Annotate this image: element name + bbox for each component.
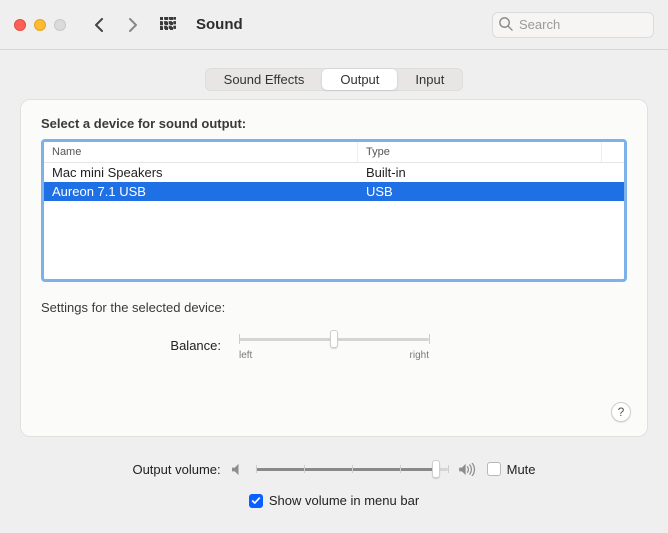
tab-sound-effects[interactable]: Sound Effects: [206, 69, 323, 90]
balance-label: Balance:: [71, 338, 221, 353]
chevron-left-icon: [94, 18, 106, 32]
device-name: Mac mini Speakers: [44, 163, 358, 182]
balance-left-label: left: [239, 350, 252, 361]
search-icon: [498, 16, 513, 34]
mute-checkbox[interactable]: [487, 462, 501, 476]
output-volume-slider[interactable]: [256, 459, 448, 479]
device-table[interactable]: Name Type Mac mini SpeakersBuilt-inAureo…: [41, 139, 627, 282]
mute-label: Mute: [507, 462, 536, 477]
column-name[interactable]: Name: [44, 142, 358, 162]
search-input[interactable]: [492, 12, 654, 38]
device-type: USB: [358, 182, 624, 201]
table-row[interactable]: Mac mini SpeakersBuilt-in: [44, 163, 624, 182]
balance-right-label: right: [410, 350, 429, 361]
select-device-label: Select a device for sound output:: [41, 116, 627, 131]
help-button[interactable]: ?: [611, 402, 631, 422]
show-volume-menubar-checkbox[interactable]: [249, 494, 263, 508]
settings-for-device-label: Settings for the selected device:: [41, 300, 627, 315]
check-icon: [251, 496, 261, 506]
search-field[interactable]: [492, 12, 654, 38]
output-volume-label: Output volume:: [132, 462, 220, 477]
grid-icon: [160, 17, 176, 33]
help-icon: ?: [618, 405, 625, 419]
table-row[interactable]: Aureon 7.1 USBUSB: [44, 182, 624, 201]
page-title: Sound: [196, 16, 243, 33]
output-panel: Select a device for sound output: Name T…: [20, 99, 648, 437]
close-window-button[interactable]: [14, 19, 26, 31]
speaker-low-icon: [231, 463, 246, 476]
back-button[interactable]: [88, 11, 112, 39]
device-name: Aureon 7.1 USB: [44, 182, 358, 201]
show-volume-menubar-label: Show volume in menu bar: [269, 493, 419, 508]
show-all-button[interactable]: [154, 11, 182, 39]
device-type: Built-in: [358, 163, 624, 182]
forward-button: [120, 11, 144, 39]
tab-group: Sound EffectsOutputInput: [205, 68, 464, 91]
chevron-right-icon: [126, 18, 138, 32]
footer: Output volume: Mute Show volume in m: [0, 447, 668, 508]
balance-slider[interactable]: [239, 329, 429, 349]
window-controls: [14, 19, 66, 31]
tab-input[interactable]: Input: [397, 69, 462, 90]
table-header: Name Type: [44, 142, 624, 163]
column-type[interactable]: Type: [358, 142, 602, 162]
table-body: Mac mini SpeakersBuilt-inAureon 7.1 USBU…: [44, 163, 624, 201]
minimize-window-button[interactable]: [34, 19, 46, 31]
zoom-window-button: [54, 19, 66, 31]
title-bar: Sound: [0, 0, 668, 50]
speaker-high-icon: [458, 463, 477, 476]
tab-output[interactable]: Output: [322, 69, 397, 90]
